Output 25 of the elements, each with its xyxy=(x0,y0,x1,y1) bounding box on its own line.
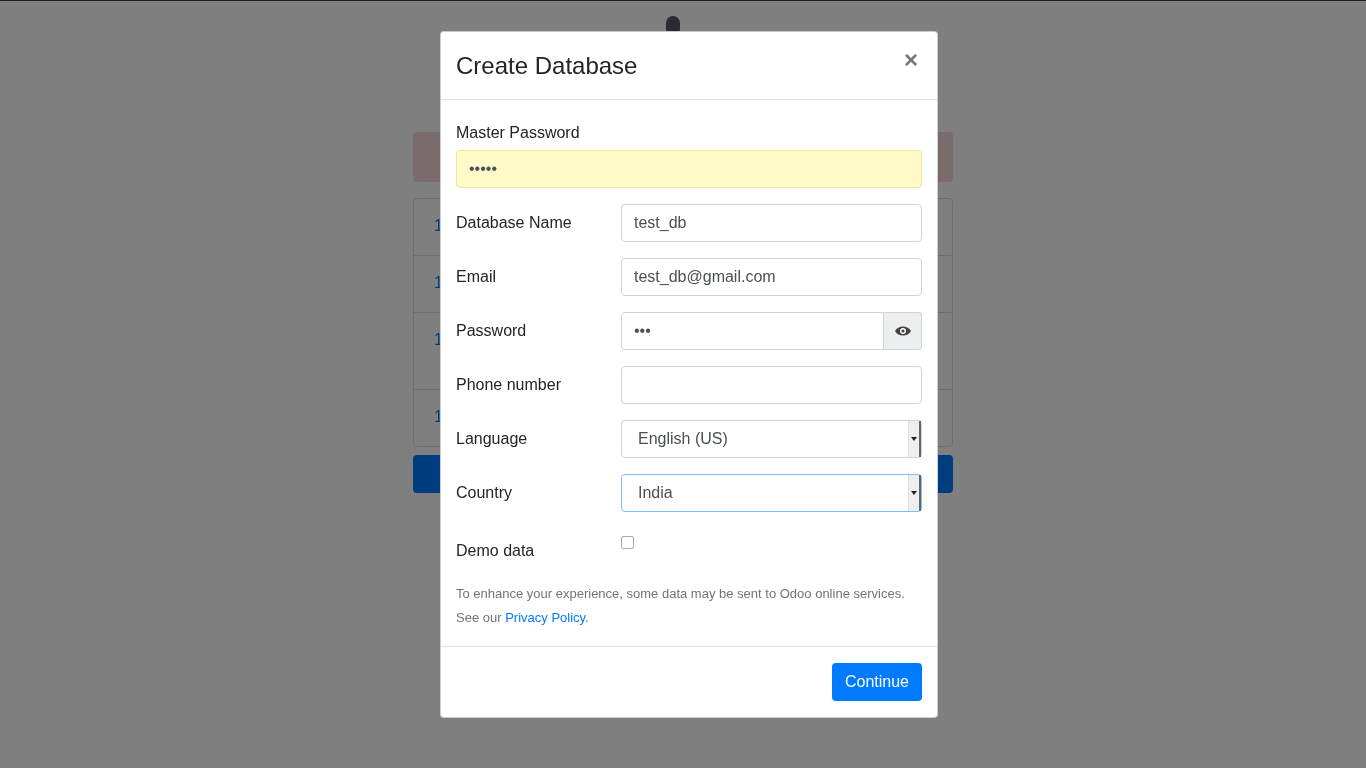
select-field[interactable]: English (US) xyxy=(621,420,922,458)
select-field[interactable]: India xyxy=(621,474,922,512)
field-label: Database Name xyxy=(456,214,573,232)
policy-text: See our Privacy Policy. xyxy=(456,609,590,627)
field-label: Demo data xyxy=(456,542,536,560)
dialog-title: Create Database xyxy=(456,52,638,80)
eye-icon xyxy=(894,325,911,337)
field-label: Phone number xyxy=(456,376,562,394)
checkbox[interactable] xyxy=(621,536,634,549)
field-label: Language xyxy=(456,430,529,448)
field-label: Email xyxy=(456,268,497,286)
field-label: Country xyxy=(456,484,514,502)
caret-icon xyxy=(911,491,917,495)
show-password-button[interactable] xyxy=(884,312,922,350)
close-button[interactable]: × xyxy=(900,48,922,72)
input-field[interactable]: test_db@gmail.com xyxy=(621,258,922,296)
master-password-field[interactable]: ••••• xyxy=(456,150,922,188)
password-field[interactable]: ••• xyxy=(621,312,884,350)
notice-text: To enhance your experience, some data may be sent to Odoo online services. xyxy=(456,585,906,603)
field-label: Master Password xyxy=(456,124,580,141)
input-field[interactable] xyxy=(621,366,922,404)
caret-icon xyxy=(911,437,917,441)
input-field[interactable]: test_db xyxy=(621,204,922,242)
field-label: Password xyxy=(456,322,528,340)
continue-button[interactable]: Continue xyxy=(831,663,922,701)
